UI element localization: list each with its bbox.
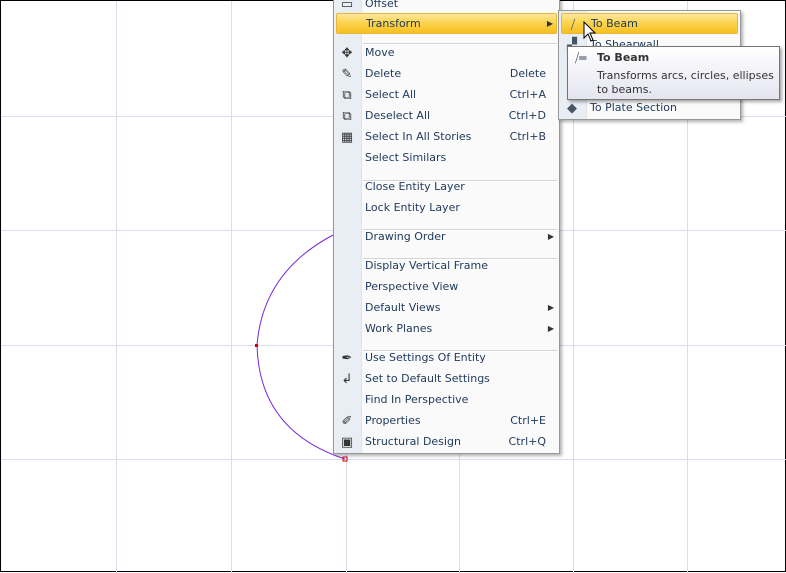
submenu-item-to-plate-section[interactable]: ◆ To Plate Section bbox=[561, 97, 738, 118]
menu-item-label: Properties bbox=[365, 414, 421, 427]
submenu-arrow-icon: ▶ bbox=[547, 232, 554, 241]
tooltip-title: To Beam bbox=[597, 51, 650, 64]
menu-item-label: Select In All Stories bbox=[365, 130, 472, 143]
arc-entity bbox=[256, 233, 346, 460]
menu-separator bbox=[363, 229, 557, 231]
menu-item-label: Lock Entity Layer bbox=[365, 201, 460, 214]
menu-item-select-all[interactable]: ⧉ Select All Ctrl+A bbox=[336, 84, 557, 105]
select-all-icon: ⧉ bbox=[342, 87, 352, 103]
select-stories-icon: ▦ bbox=[340, 129, 354, 145]
menu-item-properties[interactable]: ✐ Properties Ctrl+E bbox=[336, 410, 557, 431]
menu-separator bbox=[363, 350, 557, 352]
structural-design-icon: ▣ bbox=[340, 434, 354, 450]
menu-item-label: Default Views bbox=[365, 301, 441, 314]
menu-item-label: Select Similars bbox=[365, 151, 447, 164]
menu-item-label: Work Planes bbox=[365, 322, 433, 335]
menu-item-lock-entity-layer[interactable]: Lock Entity Layer bbox=[336, 197, 557, 218]
plate-section-icon: ◆ bbox=[567, 100, 577, 116]
menu-item-label: Offset bbox=[365, 0, 399, 10]
menu-item-default-views[interactable]: Default Views ▶ bbox=[336, 297, 557, 318]
mouse-cursor-icon bbox=[583, 21, 597, 42]
menu-item-offset[interactable]: ▭ Offset bbox=[336, 0, 557, 14]
menu-item-select-similars[interactable]: Select Similars bbox=[336, 147, 557, 168]
offset-icon: ▭ bbox=[340, 0, 354, 12]
menu-item-move[interactable]: ✥ Move bbox=[336, 42, 557, 63]
properties-icon: ✐ bbox=[341, 413, 353, 429]
menu-item-set-to-default-settings[interactable]: ↲ Set to Default Settings bbox=[336, 368, 557, 389]
submenu-arrow-icon: ▶ bbox=[547, 324, 554, 333]
menu-item-transform[interactable]: Transform ▶ bbox=[336, 13, 557, 34]
menu-item-shortcut: Ctrl+A bbox=[509, 88, 546, 101]
default-settings-icon: ↲ bbox=[341, 371, 353, 387]
beam-icon: ⧸═ bbox=[575, 51, 587, 65]
submenu-arrow-icon: ▶ bbox=[546, 19, 553, 28]
menu-separator bbox=[363, 258, 557, 260]
menu-item-label: Use Settings Of Entity bbox=[365, 351, 486, 364]
menu-separator bbox=[363, 43, 557, 45]
menu-item-label: Display Vertical Frame bbox=[365, 259, 488, 272]
tooltip: ⧸═ To Beam Transforms arcs, circles, ell… bbox=[567, 46, 780, 100]
menu-item-find-in-perspective[interactable]: Find In Perspective bbox=[336, 389, 557, 410]
submenu-arrow-icon: ▶ bbox=[547, 303, 554, 312]
menu-item-shortcut: Ctrl+D bbox=[508, 109, 546, 122]
menu-item-label: Find In Perspective bbox=[365, 393, 469, 406]
menu-item-label: Transform bbox=[366, 17, 421, 30]
eraser-icon: ✎ bbox=[341, 66, 353, 82]
menu-item-shortcut: Ctrl+Q bbox=[508, 435, 546, 448]
menu-item-work-planes[interactable]: Work Planes ▶ bbox=[336, 318, 557, 339]
menu-item-label: Delete bbox=[365, 67, 402, 80]
menu-item-shortcut: Ctrl+E bbox=[510, 414, 546, 427]
menu-separator bbox=[363, 180, 557, 182]
submenu-item-label: To Beam bbox=[591, 17, 638, 30]
menu-item-shortcut: Delete bbox=[509, 67, 546, 80]
submenu-item-label: To Plate Section bbox=[590, 101, 677, 114]
menu-item-delete[interactable]: ✎ Delete Delete bbox=[336, 63, 557, 84]
menu-item-perspective-view[interactable]: Perspective View bbox=[336, 276, 557, 297]
deselect-all-icon: ⧉ bbox=[342, 108, 352, 124]
menu-item-label: Set to Default Settings bbox=[365, 372, 490, 385]
menu-item-shortcut: Ctrl+B bbox=[509, 130, 546, 143]
context-menu: ▭ Offset Transform ▶ ✥ Move ✎ Delete Delete ⧉ Sele… bbox=[333, 0, 560, 454]
menu-item-label: Select All bbox=[365, 88, 417, 101]
beam-icon: ⧸ bbox=[570, 17, 576, 33]
eyedropper-icon: ✒ bbox=[341, 350, 353, 366]
menu-item-deselect-all[interactable]: ⧉ Deselect All Ctrl+D bbox=[336, 105, 557, 126]
menu-item-label: Perspective View bbox=[365, 280, 459, 293]
menu-item-structural-design[interactable]: ▣ Structural Design Ctrl+Q bbox=[336, 431, 557, 452]
tooltip-description: Transforms arcs, circles, ellipses to be… bbox=[597, 69, 774, 96]
menu-item-label: Drawing Order bbox=[365, 230, 446, 243]
menu-item-select-in-all-stories[interactable]: ▦ Select In All Stories Ctrl+B bbox=[336, 126, 557, 147]
menu-item-label: Structural Design bbox=[365, 435, 461, 448]
arc-midpoint bbox=[255, 344, 258, 347]
move-icon: ✥ bbox=[341, 45, 353, 61]
menu-item-label: Move bbox=[365, 46, 395, 59]
menu-item-label: Deselect All bbox=[365, 109, 431, 122]
